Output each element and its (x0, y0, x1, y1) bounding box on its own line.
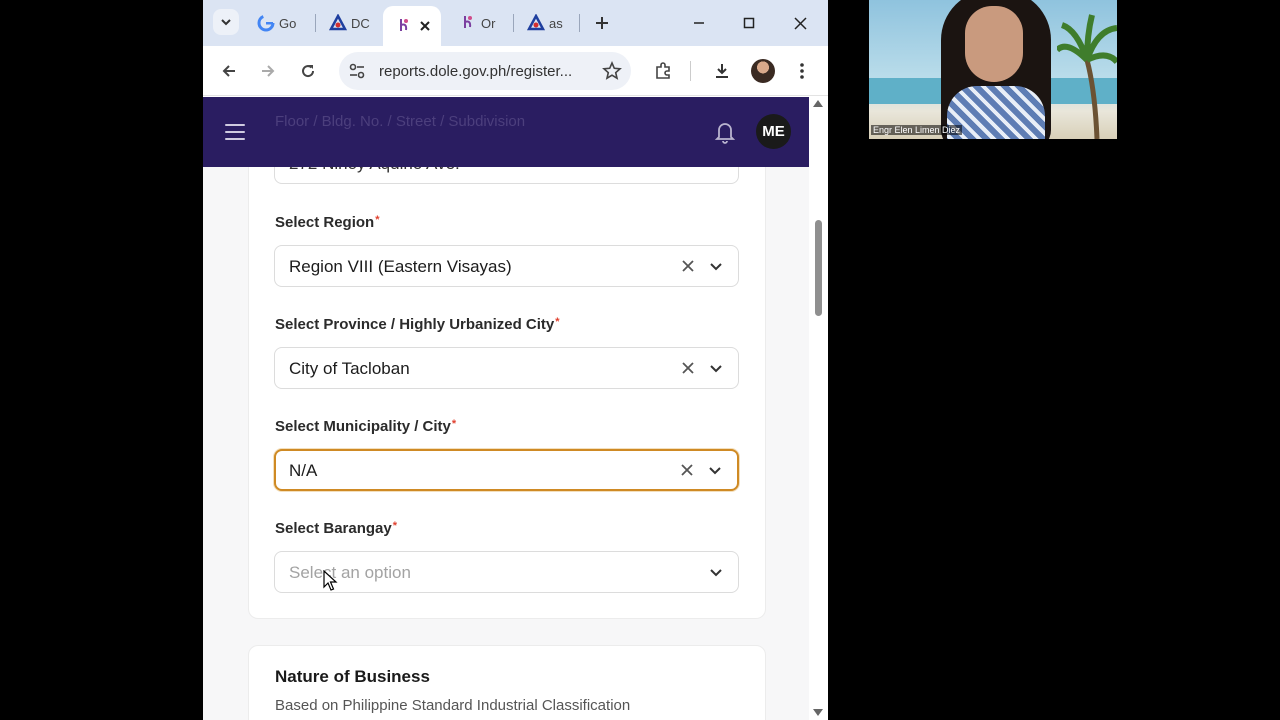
region-select-value: Region VIII (Eastern Visayas) (289, 257, 512, 276)
scroll-up-arrow-icon[interactable] (813, 100, 823, 107)
province-select[interactable]: City of Tacloban (274, 347, 739, 389)
tab-separator (315, 14, 316, 32)
province-select-value: City of Tacloban (289, 359, 410, 378)
scroll-thumb[interactable] (815, 220, 822, 316)
street-field-label: Floor / Bldg. No. / Street / Subdivision (275, 113, 526, 130)
browser-menu-button[interactable] (788, 57, 816, 85)
tab-title: Or (481, 15, 496, 31)
palm-tree-icon (1057, 14, 1117, 139)
barangay-label: Select Barangay* (275, 520, 397, 537)
site-info-icon[interactable] (347, 61, 367, 81)
plus-icon (596, 17, 608, 29)
bell-icon[interactable] (713, 119, 737, 145)
barangay-label-text: Select Barangay (275, 520, 392, 537)
arrow-right-icon (262, 65, 275, 77)
page-scrollbar[interactable] (809, 97, 828, 720)
extensions-button[interactable] (649, 57, 677, 85)
tab-strip: Go DC Or as (203, 0, 828, 46)
clear-icon[interactable] (678, 358, 698, 378)
scroll-down-arrow-icon[interactable] (813, 709, 823, 716)
municipality-label-text: Select Municipality / City (275, 418, 451, 435)
downloads-button[interactable] (708, 57, 736, 85)
profile-avatar[interactable] (751, 59, 775, 83)
participant-video-tile: Engr Elen Limen Diez (869, 0, 1117, 139)
toolbar-divider (690, 61, 691, 81)
tab-google[interactable]: Go (245, 8, 311, 38)
forward-button[interactable] (254, 57, 282, 85)
close-icon[interactable] (419, 20, 431, 32)
tab-dole-2[interactable]: as (515, 8, 577, 38)
chevron-down-icon (221, 19, 231, 26)
tab-title: Go (279, 15, 297, 31)
region-label: Select Region* (275, 214, 379, 231)
chevron-down-icon[interactable] (708, 258, 724, 274)
dole-logo-icon (329, 14, 347, 32)
screen: Go DC Or as reports.dole.gov.ph/register… (0, 0, 1280, 720)
nature-of-business-title: Nature of Business (275, 667, 430, 686)
participant-name: Engr Elen Limen Diez (871, 125, 963, 135)
region-label-text: Select Region (275, 214, 375, 231)
tab-dole-1[interactable]: DC (317, 8, 381, 38)
maximize-icon (743, 17, 755, 29)
new-tab-button[interactable] (589, 10, 615, 36)
app-favicon-icon (395, 17, 413, 35)
close-icon (793, 16, 807, 30)
app-header: Floor / Bldg. No. / Street / Subdivision… (203, 97, 809, 167)
municipality-label: Select Municipality / City* (275, 418, 456, 435)
chevron-down-icon[interactable] (708, 360, 724, 376)
reload-icon (302, 65, 315, 78)
tab-app-2[interactable]: Or (447, 8, 511, 38)
required-marker: * (451, 418, 457, 430)
reload-button[interactable] (294, 57, 322, 85)
google-icon (257, 14, 275, 32)
province-label: Select Province / Highly Urbanized City* (275, 316, 560, 333)
tab-title: as (549, 15, 563, 31)
clear-icon[interactable] (677, 460, 697, 480)
browser-toolbar: reports.dole.gov.ph/register... (203, 46, 828, 96)
municipality-select[interactable]: N/A (274, 449, 739, 491)
tab-title: DC (351, 15, 370, 31)
back-button[interactable] (215, 57, 243, 85)
tab-separator (513, 14, 514, 32)
tab-search-button[interactable] (213, 9, 239, 35)
tab-separator (579, 14, 580, 32)
region-select[interactable]: Region VIII (Eastern Visayas) (274, 245, 739, 287)
chevron-down-icon[interactable] (708, 564, 724, 580)
maximize-button[interactable] (734, 8, 764, 38)
required-marker: * (375, 214, 380, 226)
app-favicon-icon (459, 14, 477, 32)
puzzle-icon (656, 62, 670, 79)
clear-icon[interactable] (678, 256, 698, 276)
hamburger-menu-icon[interactable] (225, 124, 245, 140)
municipality-select-value: N/A (289, 461, 318, 480)
kebab-menu-icon (800, 63, 804, 79)
download-icon (716, 64, 728, 78)
barangay-select-placeholder: Select an option (289, 563, 411, 582)
province-label-text: Select Province / Highly Urbanized City (275, 316, 555, 333)
address-bar[interactable]: reports.dole.gov.ph/register... (339, 52, 631, 90)
required-marker: * (555, 316, 560, 328)
chevron-down-icon[interactable] (707, 462, 723, 478)
minimize-icon (694, 22, 704, 24)
tab-active[interactable] (383, 6, 441, 46)
window-close-button[interactable] (785, 8, 815, 38)
dole-logo-icon (527, 14, 545, 32)
minimize-button[interactable] (684, 8, 714, 38)
barangay-select[interactable]: Select an option (274, 551, 739, 593)
required-marker: * (392, 520, 398, 532)
participant-face (965, 6, 1023, 82)
url-text: reports.dole.gov.ph/register... (379, 63, 573, 80)
arrow-left-icon (222, 65, 235, 77)
user-avatar[interactable]: ME (756, 114, 791, 149)
mouse-cursor-icon (323, 570, 338, 591)
nature-of-business-subtitle: Based on Philippine Standard Industrial … (275, 697, 631, 714)
bookmark-star-icon[interactable] (601, 60, 623, 82)
page-viewport: 272 Ninoy Aquino Ave. Floor / Bldg. No. … (203, 97, 809, 720)
browser-window: Go DC Or as reports.dole.gov.ph/register… (203, 0, 828, 720)
